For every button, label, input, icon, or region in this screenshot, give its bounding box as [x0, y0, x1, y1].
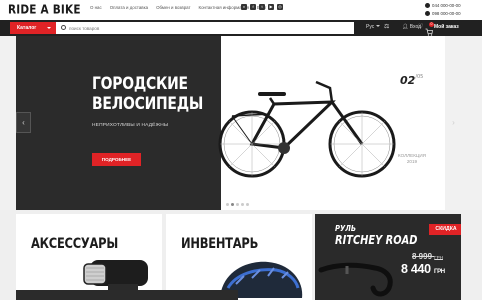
main-navbar: Каталог Рус ⚖ 👤︎ Вход ♡ 0 Мой заказ	[0, 20, 482, 36]
search-box	[56, 22, 354, 34]
slider-next-button[interactable]: ›	[446, 112, 461, 133]
handlebar-image	[318, 262, 393, 297]
card-promo-ritchey[interactable]: РУЛЬ RITCHEY ROAD СКИДКА 8 999 ГРН 8 440…	[315, 214, 461, 300]
collection-label: КОЛЛЕКЦИЯ 2019	[398, 153, 426, 165]
card-accessories[interactable]: АКСЕССУАРЫ	[16, 214, 162, 300]
chevron-down-icon	[376, 25, 381, 27]
slide-total: /05	[415, 74, 424, 80]
category-cards: АКСЕССУАРЫ ИНВЕНТАРЬ РУЛЬ RITCHEY ROAD С…	[0, 214, 482, 300]
bicycle-image	[218, 80, 396, 178]
compare-link[interactable]: ⚖	[384, 24, 390, 30]
hero-details-button[interactable]: ПОДРОБНЕЕ	[92, 153, 141, 166]
old-price: 8 999 ГРН	[412, 252, 443, 261]
card-inventory[interactable]: ИНВЕНТАРЬ	[166, 214, 312, 300]
phone-1[interactable]: 044 000-00-00	[432, 3, 461, 8]
hero-title: ГОРОДСКИЕ ВЕЛОСИПЕДЫ	[92, 74, 203, 114]
hero-subtitle: НЕПРИХОТЛИВЫ И НАДЁЖНЫ	[92, 123, 169, 128]
new-price: 8 440 ГРН	[401, 262, 445, 276]
cart-button[interactable]: 0	[425, 22, 434, 36]
compare-icon: ⚖	[384, 24, 390, 30]
promo-product-name: RITCHEY ROAD	[335, 233, 418, 247]
new-price-currency: ГРН	[433, 269, 445, 275]
slide-current: 02	[400, 74, 416, 87]
instagram-icon[interactable]: ◎	[277, 4, 283, 10]
slider-dot[interactable]	[246, 203, 249, 206]
collection-year: 2019	[406, 159, 418, 164]
hero-title-line-2: ВЕЛОСИПЕДЫ	[92, 94, 204, 114]
promo-pre-title: РУЛЬ	[335, 224, 357, 233]
language-select[interactable]: Рус	[366, 24, 381, 30]
youtube-icon[interactable]: ▶	[268, 4, 274, 10]
sale-badge: СКИДКА	[429, 224, 461, 235]
facebook-icon[interactable]: f	[250, 4, 256, 10]
slider-dot[interactable]	[226, 203, 229, 206]
site-logo[interactable]: RIDE A BIKE	[8, 3, 81, 17]
chevron-down-icon	[47, 27, 51, 29]
new-price-value: 8 440	[401, 262, 431, 276]
nav-link-returns[interactable]: Обмен и возврат	[156, 5, 190, 10]
phone-icon	[425, 11, 430, 16]
vk-icon[interactable]: v	[241, 4, 247, 10]
old-price-currency: ГРН	[434, 255, 443, 260]
phone-icon	[425, 3, 430, 8]
user-icon: 👤︎	[402, 24, 409, 30]
nav-link-payment[interactable]: Оплата и доставка	[110, 5, 148, 10]
phone-2[interactable]: 098 000-00-00	[432, 11, 461, 16]
catalog-label: Каталог	[17, 25, 37, 31]
slide-counter: 02/05	[400, 74, 423, 87]
slider-dot-active[interactable]	[231, 203, 234, 206]
nav-link-about[interactable]: О нас	[90, 5, 102, 10]
social-links: v f t ▶ ◎	[241, 4, 283, 10]
search-icon[interactable]	[61, 25, 66, 30]
favorites-icon[interactable]: ♡	[418, 23, 423, 30]
top-bar: RIDE A BIKE О нас Оплата и доставка Обме…	[0, 0, 482, 20]
old-price-value: 8 999	[412, 252, 433, 261]
slider-prev-button[interactable]: ‹	[16, 112, 31, 133]
slider-dot[interactable]	[241, 203, 244, 206]
slider-dot[interactable]	[236, 203, 239, 206]
card-accessories-title: АКСЕССУАРЫ	[31, 236, 118, 252]
slider-dots	[226, 203, 249, 206]
hero-title-line-1: ГОРОДСКИЕ	[92, 74, 188, 94]
phone-numbers: 044 000-00-00 098 000-00-00	[425, 2, 461, 18]
catalog-button[interactable]: Каталог	[10, 22, 56, 34]
bottom-banner	[16, 290, 238, 300]
search-input[interactable]	[69, 22, 339, 34]
twitter-icon[interactable]: t	[259, 4, 265, 10]
top-nav: О нас Оплата и доставка Обмен и возврат …	[90, 5, 266, 10]
card-inventory-title: ИНВЕНТАРЬ	[181, 236, 259, 252]
language-label: Рус	[366, 24, 375, 30]
cart-icon	[425, 28, 433, 36]
hero-slider: ГОРОДСКИЕ ВЕЛОСИПЕДЫ НЕПРИХОТЛИВЫ И НАДЁ…	[0, 36, 482, 210]
cart-label[interactable]: Мой заказ	[434, 24, 459, 30]
